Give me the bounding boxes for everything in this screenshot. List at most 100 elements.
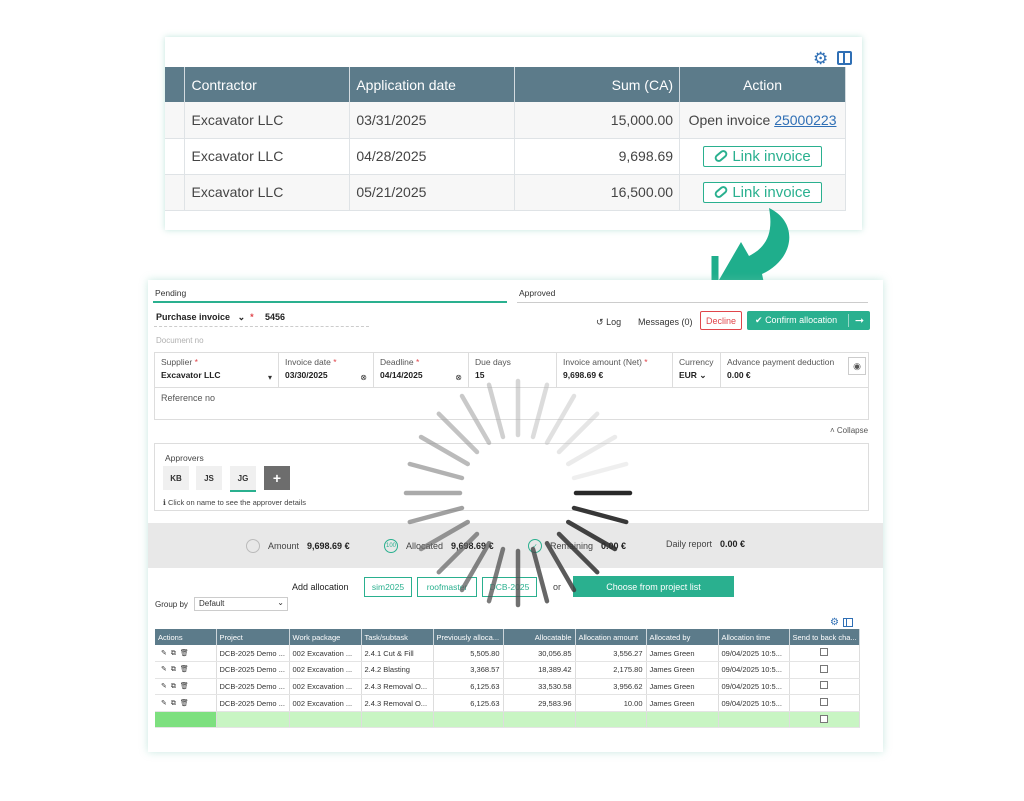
send-back-checkbox[interactable] <box>820 714 828 723</box>
column-header[interactable]: Contractor <box>184 67 351 102</box>
deadline-value: 04/14/2025 <box>380 370 423 380</box>
column-header[interactable]: Task/subtask <box>361 629 434 645</box>
link-invoice-button[interactable]: Link invoice <box>703 145 822 167</box>
approver-chip[interactable]: JG <box>230 466 256 490</box>
trash-icon[interactable]: 🗑 <box>180 683 193 690</box>
tab-approved[interactable]: Approved <box>519 288 555 298</box>
amount-value: 9,698.69 € <box>307 541 350 551</box>
summary-allocated: 100 Allocated 9,698.69 € <box>384 539 494 553</box>
column-header[interactable]: Allocatable <box>503 629 576 645</box>
new-row[interactable] <box>155 711 860 729</box>
send-back-checkbox[interactable] <box>820 681 828 690</box>
column-header[interactable]: Allocation time <box>718 629 790 645</box>
empty-cell[interactable] <box>289 711 362 729</box>
supplier-field[interactable]: Supplier * Excavator LLC ▾ <box>155 353 279 387</box>
add-approver-button[interactable]: + <box>264 466 290 490</box>
row-actions[interactable]: ✎⧉🗑 <box>155 678 217 696</box>
invoice-type-select[interactable]: Purchase invoice ⌄ * <box>156 312 254 323</box>
empty-cell[interactable] <box>361 711 434 729</box>
copy-icon[interactable]: ⧉ <box>171 650 180 657</box>
column-header[interactable]: Send to back cha... <box>789 629 860 645</box>
action-cell: Link invoice <box>679 138 846 175</box>
send-back-checkbox[interactable] <box>820 664 828 673</box>
trash-icon[interactable]: 🗑 <box>180 650 193 657</box>
row-actions[interactable]: ✎⧉🗑 <box>155 645 217 663</box>
allocation-amount-cell[interactable]: 2,175.80 <box>575 661 647 679</box>
allocatable-cell: 29,583.96 <box>503 694 576 712</box>
column-header[interactable]: Project <box>216 629 290 645</box>
allocation-time-cell: 09/04/2025 10:5... <box>718 678 790 696</box>
currency-field[interactable]: Currency EUR ⌄ <box>673 353 721 387</box>
column-header[interactable]: Previously alloca... <box>433 629 504 645</box>
eye-icon[interactable]: ◉ <box>848 357 866 375</box>
reference-field[interactable]: Reference no <box>155 387 868 421</box>
column-header[interactable]: Work package <box>289 629 362 645</box>
collapse-label: Collapse <box>836 426 869 435</box>
send-back-checkbox-cell <box>789 711 860 729</box>
column-header[interactable]: Allocation amount <box>575 629 647 645</box>
daily-label: Daily report <box>666 539 713 549</box>
empty-cell[interactable] <box>646 711 719 729</box>
column-header[interactable]: Allocated by <box>646 629 719 645</box>
copy-icon[interactable]: ⧉ <box>171 700 180 707</box>
arrow-right-icon[interactable]: ➞ <box>848 314 870 327</box>
columns-icon[interactable] <box>842 618 853 627</box>
column-header[interactable]: Application date <box>349 67 516 102</box>
invoice-amount-field[interactable]: Invoice amount (Net) * 9,698.69 € <box>557 353 673 387</box>
hint-text: Click on name to see the approver detail… <box>167 498 306 507</box>
invoice-fields: Supplier * Excavator LLC ▾ Invoice date … <box>154 352 869 420</box>
allocation-amount-cell[interactable]: 3,556.27 <box>575 645 647 663</box>
group-by-select[interactable]: Default ⌄ <box>194 597 288 611</box>
approver-chip[interactable]: KB <box>163 466 189 490</box>
edit-icon[interactable]: ✎ <box>161 683 171 690</box>
edit-icon[interactable]: ✎ <box>161 666 171 673</box>
edit-icon[interactable]: ✎ <box>161 650 171 657</box>
invoice-link[interactable]: 25000223 <box>774 112 836 128</box>
decline-button[interactable]: Decline <box>700 311 742 330</box>
project-tag-button[interactable]: DCB-2025 <box>482 577 537 597</box>
due-days-field[interactable]: Due days 15 <box>469 353 557 387</box>
column-header[interactable]: Sum (CA) <box>514 67 681 102</box>
advance-field[interactable]: Advance payment deduction 0.00 € ◉ <box>721 353 870 387</box>
allocation-amount-cell[interactable]: 10.00 <box>575 694 647 712</box>
invoice-date-field[interactable]: Invoice date * 03/30/2025 ⊗ <box>279 353 374 387</box>
tab-pending[interactable]: Pending <box>155 288 186 298</box>
deadline-field[interactable]: Deadline * 04/14/2025 ⊗ <box>374 353 469 387</box>
empty-cell[interactable] <box>503 711 576 729</box>
column-header[interactable]: Action <box>679 67 846 102</box>
approver-chip[interactable]: JS <box>196 466 222 490</box>
document-no-field[interactable]: Document no <box>156 336 204 345</box>
project-tag-button[interactable]: sim2025 <box>364 577 412 597</box>
edit-icon[interactable]: ✎ <box>161 700 171 707</box>
log-button[interactable]: ↺ Log <box>596 317 621 328</box>
amount-label: Amount <box>268 541 300 551</box>
copy-icon[interactable]: ⧉ <box>171 683 180 690</box>
gear-icon[interactable]: ⚙ <box>813 50 829 67</box>
allocation-amount-cell[interactable]: 3,956.62 <box>575 678 647 696</box>
columns-icon[interactable] <box>837 51 852 65</box>
empty-cell[interactable] <box>718 711 790 729</box>
allocatable-cell: 30,056.85 <box>503 645 576 663</box>
document-number[interactable]: 5456 <box>265 312 285 322</box>
send-back-checkbox[interactable] <box>820 648 828 657</box>
empty-cell[interactable] <box>433 711 504 729</box>
link-invoice-button[interactable]: Link invoice <box>703 181 822 203</box>
column-header[interactable]: Actions <box>155 629 217 645</box>
row-actions[interactable]: ✎⧉🗑 <box>155 694 217 712</box>
project-tag-button[interactable]: roofmaster <box>417 577 477 597</box>
send-back-checkbox[interactable] <box>820 698 828 707</box>
clear-icon[interactable]: ⊗ <box>360 373 367 382</box>
copy-icon[interactable]: ⧉ <box>171 666 180 673</box>
choose-from-project-list-button[interactable]: Choose from project list <box>573 576 734 597</box>
empty-cell[interactable] <box>575 711 647 729</box>
empty-cell[interactable] <box>216 711 290 729</box>
clear-icon[interactable]: ⊗ <box>455 373 462 382</box>
collapse-toggle[interactable]: ˄ Collapse <box>830 426 868 435</box>
messages-button[interactable]: Messages (0) <box>638 317 693 327</box>
confirm-allocation-button[interactable]: ✔ Confirm allocation ➞ <box>747 311 870 330</box>
gear-icon[interactable]: ⚙ <box>830 618 839 628</box>
trash-icon[interactable]: 🗑 <box>180 700 193 707</box>
row-actions[interactable]: ✎⧉🗑 <box>155 661 217 679</box>
due-days-value: 15 <box>475 370 485 380</box>
trash-icon[interactable]: 🗑 <box>180 666 193 673</box>
